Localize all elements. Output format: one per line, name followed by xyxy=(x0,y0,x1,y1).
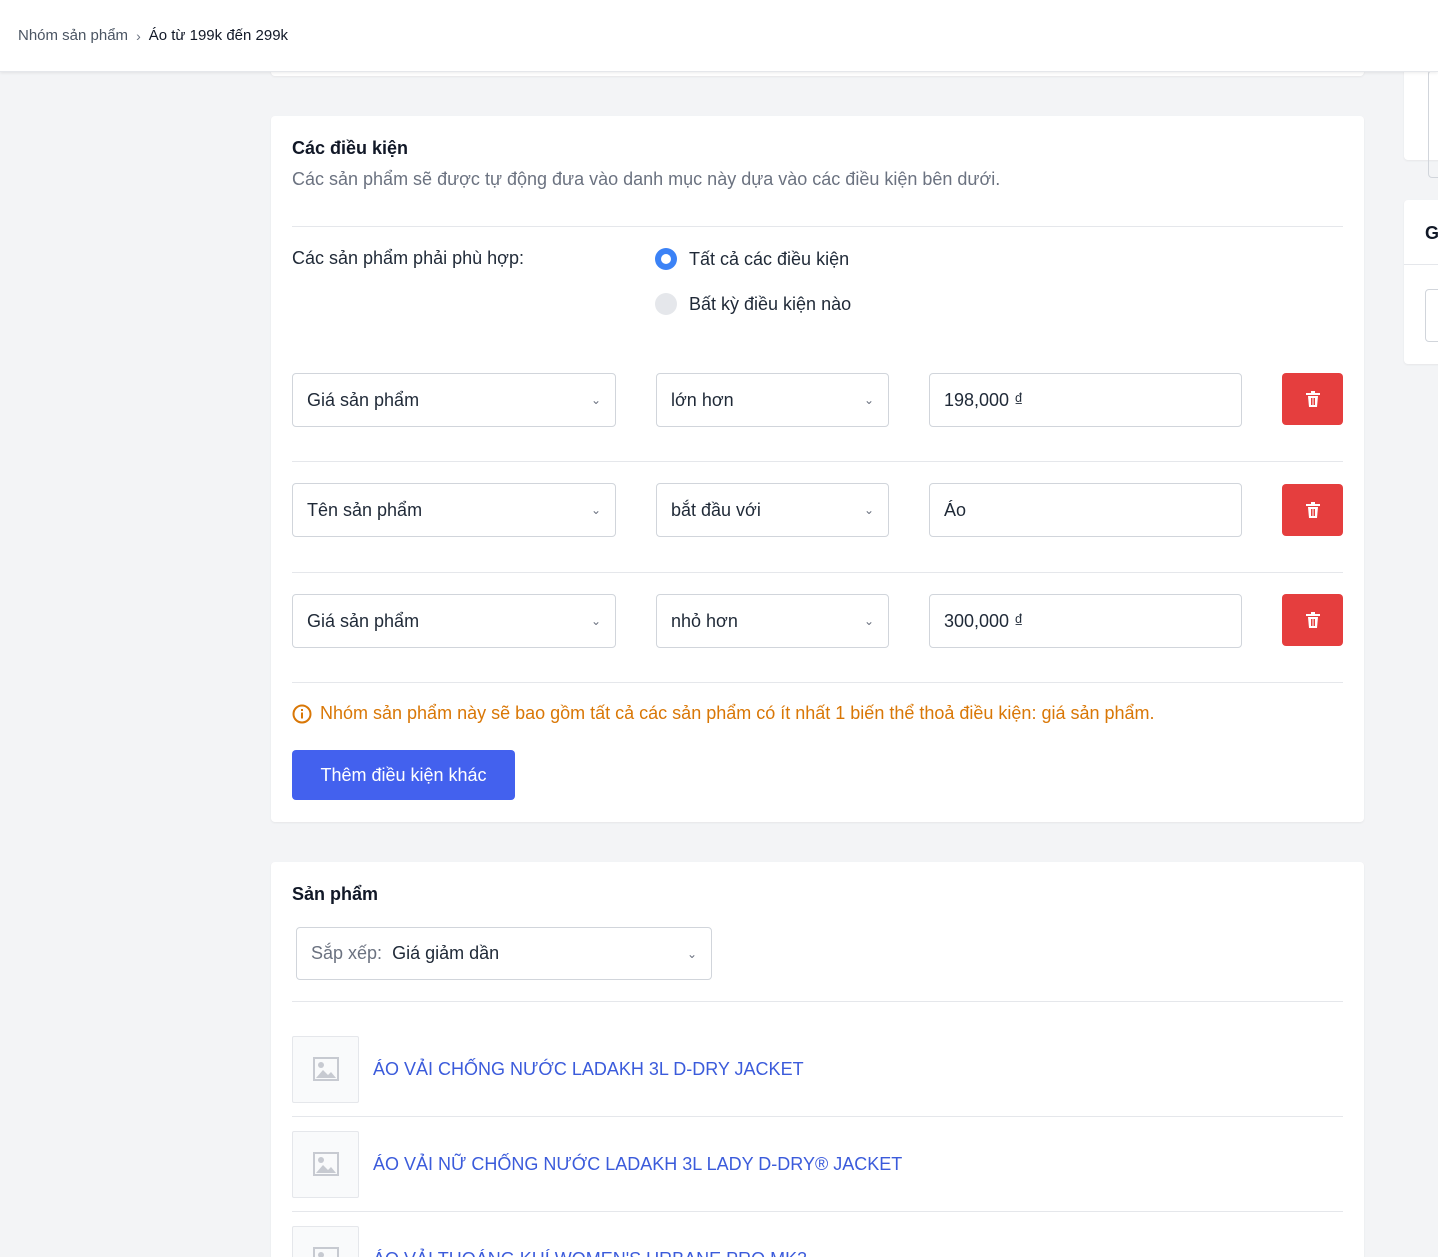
right-side-input[interactable] xyxy=(1425,289,1438,342)
chevron-down-icon: ⌄ xyxy=(863,503,874,517)
product-link[interactable]: ÁO VẢI CHỐNG NƯỚC LADAKH 3L D-DRY JACKET xyxy=(373,1059,804,1080)
condition-operator-select[interactable]: nhỏ hơn ⌄ xyxy=(656,594,889,648)
delete-condition-button[interactable] xyxy=(1282,373,1343,425)
image-placeholder-icon xyxy=(312,1247,339,1257)
product-link[interactable]: ÁO VẢI NỮ CHỐNG NƯỚC LADAKH 3L LADY D-DR… xyxy=(373,1154,902,1175)
product-thumbnail xyxy=(292,1225,359,1257)
add-condition-button[interactable]: Thêm điều kiện khác xyxy=(292,750,515,800)
divider xyxy=(292,226,1343,227)
breadcrumb: Nhóm sản phẩm › Áo từ 199k đến 299k xyxy=(0,0,1438,72)
breadcrumb-current: Áo từ 199k đến 299k xyxy=(148,27,289,44)
condition-field-value: Tên sản phẩm xyxy=(307,499,423,520)
sort-value: Giá giảm dần xyxy=(392,943,500,963)
conditions-card: Các điều kiện Các sản phẩm sẽ được tự độ… xyxy=(271,116,1364,822)
radio-any-condition[interactable]: Bất kỳ điều kiện nào xyxy=(655,293,851,315)
divider xyxy=(292,461,1343,462)
chevron-down-icon: ⌄ xyxy=(863,614,874,628)
trash-icon xyxy=(1305,612,1320,628)
delete-condition-button[interactable] xyxy=(1282,594,1343,646)
sort-select[interactable]: Sắp xếp: Giá giảm dần ⌄ xyxy=(296,927,712,980)
radio-any-label: Bất kỳ điều kiện nào xyxy=(689,293,852,314)
products-title: Sản phẩm xyxy=(292,884,379,904)
condition-field-value: Giá sản phẩm xyxy=(307,610,420,631)
list-item: ÁO VẢI THOÁNG KHÍ WOMEN'S URBANE PRO MK3 xyxy=(292,1212,1343,1257)
chevron-down-icon: ⌄ xyxy=(590,393,601,407)
condition-field-select[interactable]: Giá sản phẩm ⌄ xyxy=(292,594,616,648)
trash-icon xyxy=(1305,391,1320,407)
delete-condition-button[interactable] xyxy=(1282,484,1343,536)
condition-value-input[interactable]: Áo xyxy=(929,483,1242,537)
product-thumbnail xyxy=(292,1035,359,1103)
condition-value-input[interactable]: 300,000 ₫ xyxy=(929,594,1242,648)
right-side-card-heading: G xyxy=(1425,223,1438,243)
condition-field-select[interactable]: Giá sản phẩm ⌄ xyxy=(292,373,616,427)
image-placeholder-icon xyxy=(312,1057,339,1081)
conditions-description: Các sản phẩm sẽ được tự động đưa vào dan… xyxy=(292,169,1001,189)
condition-operator-value: lớn hơn xyxy=(671,389,734,410)
chevron-down-icon: ⌄ xyxy=(590,614,601,628)
chevron-down-icon: ⌄ xyxy=(686,946,697,961)
radio-unselected-icon[interactable] xyxy=(655,293,677,315)
product-link[interactable]: ÁO VẢI THOÁNG KHÍ WOMEN'S URBANE PRO MK3 xyxy=(373,1249,807,1257)
divider xyxy=(292,1001,1343,1002)
breadcrumb-separator-icon: › xyxy=(136,27,141,44)
product-thumbnail xyxy=(292,1130,359,1198)
info-circle-icon xyxy=(292,704,312,723)
conditions-title: Các điều kiện xyxy=(292,138,409,158)
condition-operator-select[interactable]: bắt đầu với ⌄ xyxy=(656,483,889,537)
right-side-card-2: G xyxy=(1404,200,1438,364)
chevron-down-icon: ⌄ xyxy=(590,503,601,517)
condition-operator-select[interactable]: lớn hơn ⌄ xyxy=(656,373,889,427)
radio-selected-icon[interactable] xyxy=(655,248,677,270)
condition-operator-value: nhỏ hơn xyxy=(671,610,738,631)
list-item: ÁO VẢI NỮ CHỐNG NƯỚC LADAKH 3L LADY D-DR… xyxy=(292,1117,1343,1212)
info-text: Nhóm sản phẩm này sẽ bao gồm tất cả các … xyxy=(320,703,1155,723)
condition-field-value: Giá sản phẩm xyxy=(307,389,420,410)
list-item: ÁO VẢI CHỐNG NƯỚC LADAKH 3L D-DRY JACKET xyxy=(292,1022,1343,1117)
breadcrumb-parent-link[interactable]: Nhóm sản phẩm xyxy=(18,27,128,44)
products-card: Sản phẩm Sắp xếp: Giá giảm dần ⌄ ÁO VẢI … xyxy=(271,862,1364,1257)
condition-operator-value: bắt đầu với xyxy=(671,499,761,520)
right-side-textarea[interactable] xyxy=(1428,70,1438,178)
radio-all-conditions[interactable]: Tất cả các điều kiện xyxy=(655,248,849,270)
sort-label: Sắp xếp: xyxy=(311,943,383,963)
radio-all-label: Tất cả các điều kiện xyxy=(689,248,850,269)
divider xyxy=(1404,264,1438,265)
info-message: Nhóm sản phẩm này sẽ bao gồm tất cả các … xyxy=(292,703,1155,724)
chevron-down-icon: ⌄ xyxy=(863,393,874,407)
trash-icon xyxy=(1305,502,1320,518)
image-placeholder-icon xyxy=(312,1152,339,1176)
divider xyxy=(292,682,1343,683)
divider xyxy=(292,572,1343,573)
match-label: Các sản phẩm phải phù hợp: xyxy=(292,248,524,268)
condition-field-select[interactable]: Tên sản phẩm ⌄ xyxy=(292,483,616,537)
condition-value-input[interactable]: 198,000 ₫ xyxy=(929,373,1242,427)
